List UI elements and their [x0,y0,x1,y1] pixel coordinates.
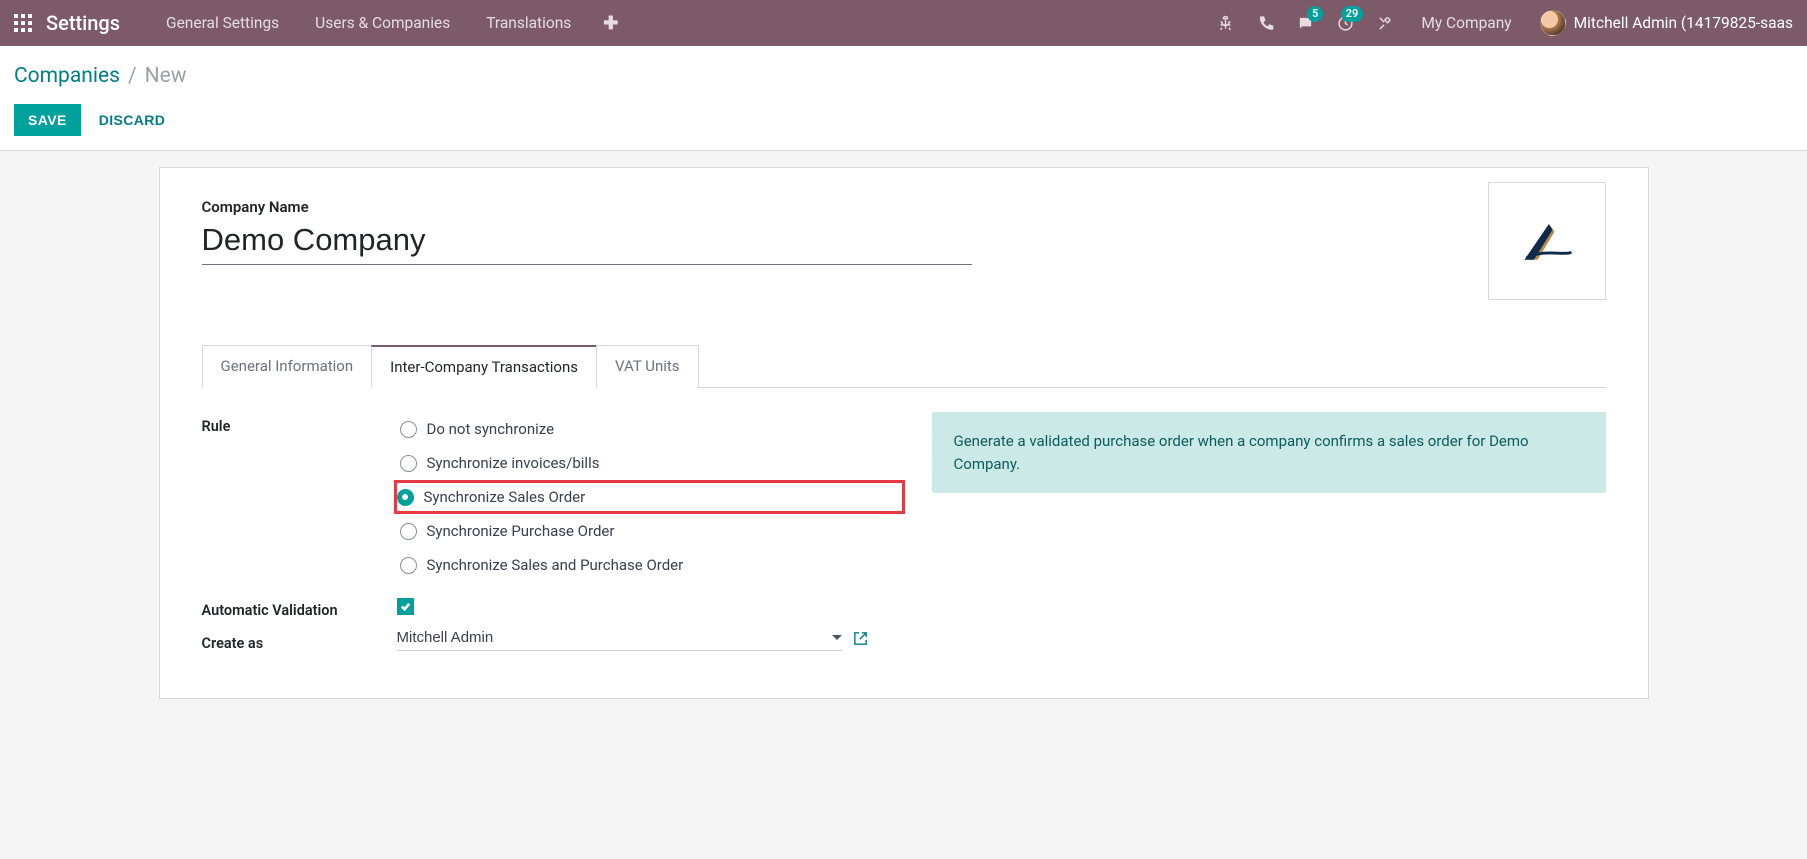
avatar [1540,10,1566,36]
rule-radio-group: Do not synchronize Synchronize invoices/… [397,412,902,582]
rule-option-sync-sales-order[interactable]: Synchronize Sales Order [394,480,905,514]
apps-menu-icon[interactable] [0,0,46,46]
tabs: General Information Inter-Company Transa… [202,344,1606,388]
sheet-header: Company Name [202,198,1606,300]
nav-right: 5 29 My Company Mitchell Admin (14179825… [1205,0,1797,46]
phone-icon[interactable] [1245,0,1285,46]
auto-validation-label: Automatic Validation [202,596,397,619]
rule-option-sync-invoices[interactable]: Synchronize invoices/bills [397,446,902,480]
create-as-field [397,629,902,651]
save-button[interactable]: SAVE [14,104,81,136]
rule-label: Rule [202,412,397,435]
rule-option-sync-sales-and-purchase[interactable]: Synchronize Sales and Purchase Order [397,548,902,582]
radio-icon [400,421,417,438]
company-name-label: Company Name [202,198,972,216]
radio-label: Do not synchronize [427,420,555,438]
username-label: Mitchell Admin (14179825-saas [1574,14,1793,32]
field-automatic-validation: Automatic Validation [202,596,902,619]
radio-label: Synchronize Sales Order [424,488,586,506]
user-menu[interactable]: Mitchell Admin (14179825-saas [1528,10,1797,36]
field-create-as: Create as [202,629,902,652]
company-logo-upload[interactable] [1488,182,1606,300]
nav-add-menu-icon[interactable]: ✚ [589,13,632,34]
breadcrumb-current: New [145,64,187,88]
create-as-label: Create as [202,629,397,652]
messages-icon[interactable]: 5 [1285,0,1325,46]
debug-icon[interactable] [1205,0,1245,46]
check-icon [400,601,411,612]
top-navbar: Settings General Settings Users & Compan… [0,0,1807,46]
tab-content: Rule Do not synchronize Synchronize invo… [202,388,1606,658]
radio-label: Synchronize Sales and Purchase Order [427,556,684,574]
radio-icon [400,455,417,472]
breadcrumb: Companies / New [14,64,1793,88]
tab-general-information[interactable]: General Information [202,345,373,388]
left-column: Rule Do not synchronize Synchronize invo… [202,412,902,658]
create-as-input[interactable] [397,629,832,646]
control-panel: Companies / New SAVE DISCARD [0,46,1807,151]
control-buttons: SAVE DISCARD [14,104,1793,136]
form-container: Company Name General Information Inter-C… [0,151,1807,699]
company-name-input[interactable] [202,220,972,265]
radio-icon [400,523,417,540]
info-box: Generate a validated purchase order when… [932,412,1606,493]
company-switcher[interactable]: My Company [1405,14,1527,32]
radio-label: Synchronize Purchase Order [427,522,615,540]
auto-validation-checkbox[interactable] [397,598,414,615]
external-link-icon[interactable] [852,630,869,651]
tab-inter-company-transactions[interactable]: Inter-Company Transactions [371,345,597,388]
radio-icon [400,557,417,574]
activities-icon[interactable]: 29 [1325,0,1365,46]
discard-button[interactable]: DISCARD [99,112,166,128]
nav-menu: General Settings Users & Companies Trans… [148,0,632,46]
create-as-input-wrap[interactable] [397,629,842,651]
messages-badge: 5 [1307,6,1323,22]
app-brand[interactable]: Settings [46,11,120,35]
breadcrumb-companies[interactable]: Companies [14,64,120,88]
tab-vat-units[interactable]: VAT Units [596,345,699,388]
activities-badge: 29 [1341,6,1364,22]
nav-item-general-settings[interactable]: General Settings [148,0,297,46]
radio-label: Synchronize invoices/bills [427,454,600,472]
breadcrumb-separator: / [128,64,137,88]
form-sheet: Company Name General Information Inter-C… [159,167,1649,699]
right-column: Generate a validated purchase order when… [932,412,1606,658]
radio-icon [397,489,414,506]
rule-option-do-not-sync[interactable]: Do not synchronize [397,412,902,446]
field-rule: Rule Do not synchronize Synchronize invo… [202,412,902,582]
title-block: Company Name [202,198,972,265]
tools-icon[interactable] [1365,0,1405,46]
chevron-down-icon[interactable] [832,635,842,640]
nav-item-users-companies[interactable]: Users & Companies [297,0,468,46]
rule-option-sync-purchase-order[interactable]: Synchronize Purchase Order [397,514,902,548]
nav-item-translations[interactable]: Translations [468,0,589,46]
